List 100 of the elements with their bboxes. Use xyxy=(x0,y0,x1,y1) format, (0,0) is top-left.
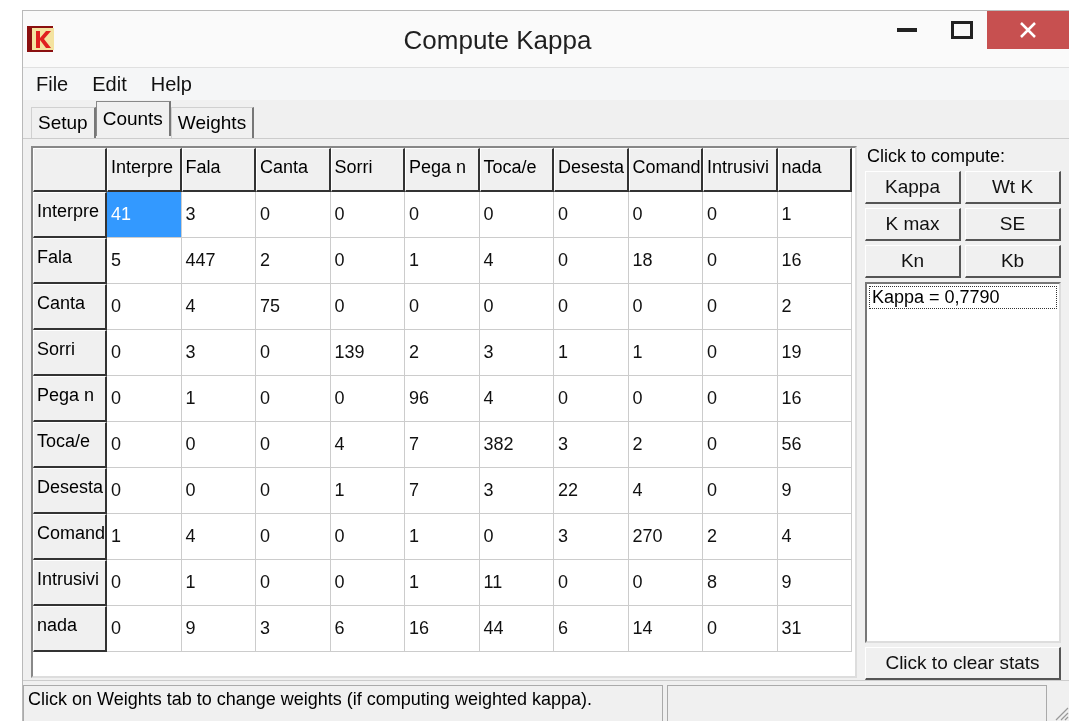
table-cell[interactable]: 0 xyxy=(479,191,554,238)
table-cell[interactable]: 0 xyxy=(256,421,331,468)
table-cell[interactable]: 1 xyxy=(628,329,703,376)
table-cell[interactable]: 1 xyxy=(777,191,852,238)
menu-item[interactable]: Edit xyxy=(92,72,127,96)
table-cell[interactable]: 0 xyxy=(703,237,778,284)
table-cell[interactable]: 447 xyxy=(181,237,256,284)
table-cell[interactable]: 1 xyxy=(181,559,256,606)
compute-button[interactable]: Kb xyxy=(965,244,1061,278)
table-cell[interactable]: 139 xyxy=(330,329,405,376)
table-cell[interactable]: 0 xyxy=(107,283,182,330)
table-cell[interactable]: 1 xyxy=(405,237,480,284)
table-cell[interactable]: 44 xyxy=(479,605,554,652)
table-cell[interactable]: 0 xyxy=(107,421,182,468)
table-cell[interactable]: 16 xyxy=(777,237,852,284)
table-cell[interactable]: 7 xyxy=(405,421,480,468)
table-cell[interactable]: 4 xyxy=(479,237,554,284)
table-cell[interactable]: 382 xyxy=(479,421,554,468)
table-cell[interactable]: 0 xyxy=(703,375,778,422)
table-cell[interactable]: 0 xyxy=(181,467,256,514)
result-item[interactable]: Kappa = 0,7790 xyxy=(869,285,1057,309)
table-cell[interactable]: 11 xyxy=(479,559,554,606)
table-cell[interactable]: 0 xyxy=(330,237,405,284)
table-cell[interactable]: 0 xyxy=(405,191,480,238)
table-cell[interactable]: 0 xyxy=(703,467,778,514)
table-cell[interactable]: 0 xyxy=(256,375,331,422)
table-cell[interactable]: 1 xyxy=(107,513,182,560)
table-cell[interactable]: 4 xyxy=(181,513,256,560)
table-cell[interactable]: 0 xyxy=(330,375,405,422)
table-cell[interactable]: 0 xyxy=(703,191,778,238)
table-cell[interactable]: 2 xyxy=(777,283,852,330)
table-cell[interactable]: 0 xyxy=(107,375,182,422)
tab[interactable]: Weights xyxy=(170,106,255,138)
table-cell[interactable]: 3 xyxy=(181,191,256,238)
table-cell[interactable]: 6 xyxy=(554,605,629,652)
table-cell[interactable]: 4 xyxy=(479,375,554,422)
tab[interactable]: Setup xyxy=(31,106,96,138)
table-cell[interactable]: 0 xyxy=(628,283,703,330)
table-cell[interactable]: 6 xyxy=(330,605,405,652)
table-cell[interactable]: 5 xyxy=(107,237,182,284)
table-cell[interactable]: 0 xyxy=(330,283,405,330)
table-cell[interactable]: 0 xyxy=(703,421,778,468)
table-cell[interactable]: 0 xyxy=(554,237,629,284)
table-cell[interactable]: 1 xyxy=(554,329,629,376)
clear-stats-button[interactable]: Click to clear stats xyxy=(865,647,1061,681)
table-cell[interactable]: 16 xyxy=(777,375,852,422)
table-cell[interactable]: 0 xyxy=(628,375,703,422)
table-cell[interactable]: 0 xyxy=(703,605,778,652)
table-cell[interactable]: 0 xyxy=(256,191,331,238)
table-cell[interactable]: 0 xyxy=(330,559,405,606)
table-cell[interactable]: 0 xyxy=(405,283,480,330)
table-cell[interactable]: 3 xyxy=(479,329,554,376)
table-cell[interactable]: 4 xyxy=(181,283,256,330)
table-cell[interactable]: 9 xyxy=(777,559,852,606)
table-cell[interactable]: 0 xyxy=(330,191,405,238)
table-cell[interactable]: 14 xyxy=(628,605,703,652)
menu-item[interactable]: Help xyxy=(150,72,192,96)
table-cell[interactable]: 0 xyxy=(330,513,405,560)
table-cell[interactable]: 0 xyxy=(554,283,629,330)
table-cell[interactable]: 0 xyxy=(256,467,331,514)
table-cell[interactable]: 0 xyxy=(181,421,256,468)
table-cell[interactable]: 3 xyxy=(554,421,629,468)
table-cell[interactable]: 1 xyxy=(405,513,480,560)
table-cell[interactable]: 1 xyxy=(330,467,405,514)
table-cell[interactable]: 8 xyxy=(703,559,778,606)
table-cell[interactable]: 4 xyxy=(330,421,405,468)
compute-button[interactable]: Kappa xyxy=(865,170,961,204)
table-cell[interactable]: 3 xyxy=(479,467,554,514)
compute-button[interactable]: K max xyxy=(865,207,961,241)
table-cell[interactable]: 1 xyxy=(405,559,480,606)
table-cell[interactable]: 0 xyxy=(256,559,331,606)
table-cell[interactable]: 16 xyxy=(405,605,480,652)
table-cell[interactable]: 2 xyxy=(628,421,703,468)
table-cell[interactable]: 0 xyxy=(703,283,778,330)
table-cell[interactable]: 4 xyxy=(628,467,703,514)
compute-button[interactable]: Kn xyxy=(865,244,961,278)
table-cell[interactable]: 0 xyxy=(628,559,703,606)
table-cell[interactable]: 0 xyxy=(554,191,629,238)
table-cell[interactable]: 18 xyxy=(628,237,703,284)
table-cell[interactable]: 22 xyxy=(554,467,629,514)
table-cell[interactable]: 0 xyxy=(479,283,554,330)
table-cell[interactable]: 0 xyxy=(703,329,778,376)
menu-item[interactable]: File xyxy=(36,72,69,96)
table-cell[interactable]: 2 xyxy=(405,329,480,376)
table-cell[interactable]: 0 xyxy=(554,559,629,606)
compute-button[interactable]: SE xyxy=(965,207,1061,241)
close-button[interactable] xyxy=(987,11,1069,49)
table-cell[interactable]: 0 xyxy=(554,375,629,422)
table-cell[interactable]: 0 xyxy=(256,329,331,376)
table-cell[interactable]: 3 xyxy=(554,513,629,560)
table-cell[interactable]: 96 xyxy=(405,375,480,422)
table-cell[interactable]: 56 xyxy=(777,421,852,468)
table-cell[interactable]: 0 xyxy=(107,467,182,514)
table-cell[interactable]: 9 xyxy=(181,605,256,652)
table-cell[interactable]: 270 xyxy=(628,513,703,560)
table-cell[interactable]: 0 xyxy=(107,329,182,376)
table-cell[interactable]: 31 xyxy=(777,605,852,652)
table-cell[interactable]: 75 xyxy=(256,283,331,330)
table-cell[interactable]: 2 xyxy=(256,237,331,284)
table-cell[interactable]: 0 xyxy=(107,605,182,652)
